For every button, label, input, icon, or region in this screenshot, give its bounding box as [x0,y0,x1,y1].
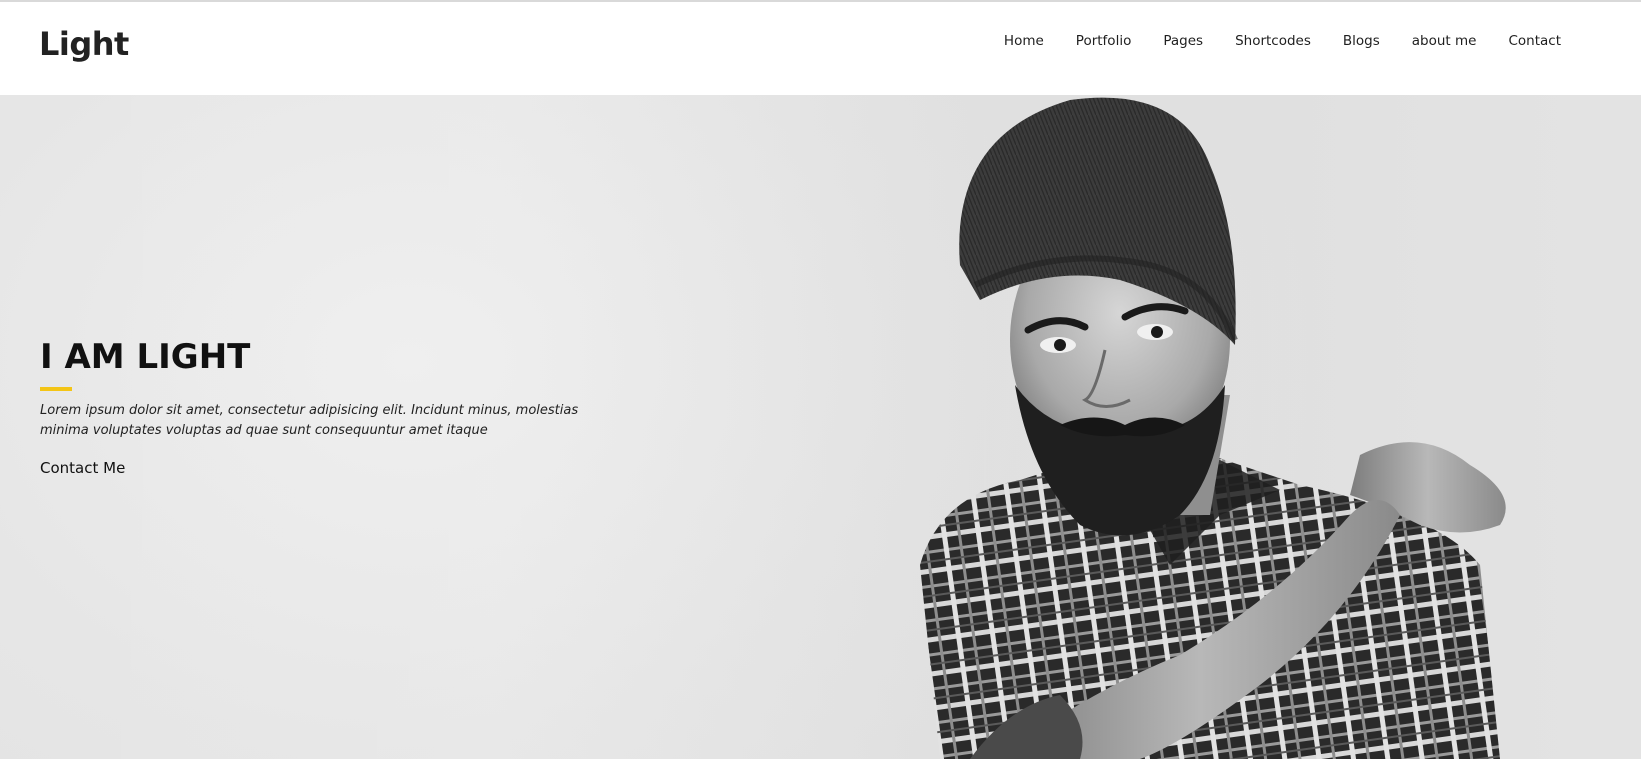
nav-item-shortcodes[interactable]: Shortcodes [1219,29,1327,53]
nav-item-home[interactable]: Home [988,29,1060,53]
nav-item-contact[interactable]: Contact [1492,29,1577,53]
nav-item-about-me[interactable]: about me [1396,29,1493,53]
hero-portrait-image [920,97,1506,759]
site-header: Light Home Portfolio Pages Shortcodes Bl… [0,2,1641,95]
title-accent-bar [40,387,72,391]
page: Light Home Portfolio Pages Shortcodes Bl… [0,0,1641,759]
main-nav: Home Portfolio Pages Shortcodes Blogs ab… [988,29,1577,53]
nav-item-portfolio[interactable]: Portfolio [1060,29,1148,53]
hero-section: I AM LIGHT Lorem ipsum dolor sit amet, c… [0,95,1641,759]
hero-description: Lorem ipsum dolor sit amet, consectetur … [40,403,579,438]
nav-item-pages[interactable]: Pages [1147,29,1219,53]
nav-item-blogs[interactable]: Blogs [1327,29,1396,53]
hero-content: I AM LIGHT Lorem ipsum dolor sit amet, c… [40,335,640,479]
hero-title: I AM LIGHT [40,337,251,377]
site-logo[interactable]: Light [39,22,129,66]
contact-me-button[interactable]: Contact Me [40,457,125,479]
